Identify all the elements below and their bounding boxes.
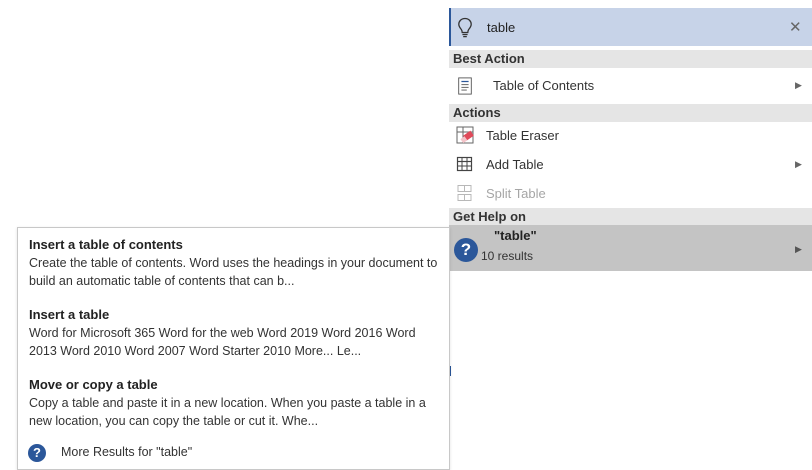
menu-item-table-of-contents[interactable]: Table of Contents ▶ — [449, 71, 812, 101]
tell-me-panel: table ✕ Best Action Table of Contents ▶ … — [449, 8, 812, 271]
more-results-label: More Results for "table" — [61, 445, 193, 459]
tell-me-search-bar[interactable]: table ✕ — [449, 8, 812, 46]
get-help-item[interactable]: ? "table" 10 results ▶ — [449, 225, 812, 271]
help-result-title[interactable]: Insert a table — [29, 306, 439, 324]
menu-item-add-table[interactable]: Add Table ▶ — [449, 150, 812, 180]
submenu-arrow-icon: ▶ — [795, 80, 802, 90]
menu-item-label: Table of Contents — [493, 78, 595, 93]
help-result-description: Word for Microsoft 365 Word for the web … — [29, 326, 416, 358]
help-question-icon: ? — [28, 444, 46, 462]
help-question-icon: ? — [454, 238, 478, 262]
more-results-link[interactable]: ? More Results for "table" — [18, 439, 449, 469]
help-search-term: "table" — [494, 228, 537, 243]
menu-item-label: Split Table — [486, 186, 546, 201]
section-best-action: Best Action — [449, 50, 812, 68]
help-result-description: Copy a table and paste it in a new locat… — [29, 396, 426, 428]
section-actions: Actions — [449, 104, 812, 122]
submenu-arrow-icon: ▶ — [795, 244, 802, 254]
help-result-count: 10 results — [481, 249, 534, 263]
split-table-icon — [457, 185, 472, 201]
menu-item-table-eraser[interactable]: Table Eraser — [449, 121, 812, 151]
document-toc-icon — [458, 77, 472, 95]
search-input[interactable]: table — [487, 20, 515, 35]
table-grid-icon — [456, 156, 473, 172]
menu-item-split-table: Split Table — [449, 179, 812, 209]
help-results-popup: Insert a table of contents Create the ta… — [17, 227, 450, 470]
section-get-help: Get Help on — [449, 208, 812, 226]
menu-item-label: Table Eraser — [486, 128, 559, 143]
help-result-item[interactable]: Insert a table Word for Microsoft 365 Wo… — [29, 306, 439, 360]
help-result-description: Create the table of contents. Word uses … — [29, 256, 438, 288]
menu-item-label: Add Table — [486, 157, 544, 172]
help-result-title[interactable]: Insert a table of contents — [29, 236, 439, 254]
close-icon[interactable]: ✕ — [789, 18, 802, 36]
help-result-item[interactable]: Move or copy a table Copy a table and pa… — [29, 376, 439, 430]
help-result-item[interactable]: Insert a table of contents Create the ta… — [29, 236, 439, 290]
submenu-arrow-icon: ▶ — [795, 159, 802, 169]
help-result-title[interactable]: Move or copy a table — [29, 376, 439, 394]
table-eraser-icon — [456, 126, 474, 144]
lightbulb-icon — [458, 17, 472, 38]
